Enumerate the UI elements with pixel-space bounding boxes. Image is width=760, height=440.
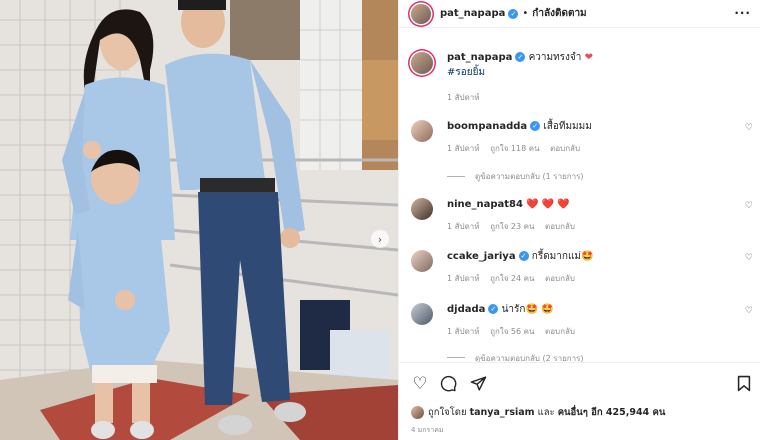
comment-likes[interactable]: ถูกใจ 23 คน [490, 222, 534, 231]
comment-time[interactable]: 1 สัปดาห์ [447, 222, 480, 231]
comment-item: nine_napat84 ❤️ ❤️ ❤️ 1 สัปดาห์ ถูกใจ 23… [411, 198, 755, 233]
like-heart-icon[interactable]: ♡ [411, 375, 429, 393]
comment-bubble-icon[interactable] [439, 375, 457, 393]
caption-text: ความทรงจำ [528, 52, 582, 63]
separator-dot: • [522, 8, 529, 19]
commenter-avatar[interactable] [411, 250, 433, 272]
comment-item: ccake_jariya ✓ กรี้ดมากแม่🤩 1 สัปดาห์ ถูก… [411, 250, 755, 285]
reply-button[interactable]: ตอบกลับ [550, 144, 580, 153]
comment-time[interactable]: 1 สัปดาห์ [447, 144, 480, 153]
view-replies-label: ดูข้อความตอบกลับ (2 รายการ) [475, 354, 584, 362]
comment-meta: 1 สัปดาห์ ถูกใจ 56 คน ตอบกลับ [447, 325, 755, 338]
family-photo-illustration [0, 0, 398, 440]
commenter-avatar[interactable] [411, 120, 433, 142]
heart-emoji: ❤ [584, 52, 593, 63]
comment-like-heart-icon[interactable]: ♡ [745, 306, 753, 316]
liked-by-and: และ [537, 407, 555, 418]
caption-time[interactable]: 1 สัปดาห์ [447, 90, 751, 105]
verified-badge-icon: ✓ [518, 251, 529, 261]
post-actions: ♡ ถูกใจโดย tanya_rsiam และ คนอื่นๆ อีก 4… [399, 362, 760, 440]
reply-button[interactable]: ตอบกลับ [545, 222, 575, 231]
verified-badge-icon: ✓ [508, 8, 519, 19]
reply-button[interactable]: ตอบกลับ [545, 274, 575, 283]
verified-badge-icon: ✓ [530, 121, 541, 131]
liked-by-prefix: ถูกใจโดย [428, 407, 467, 418]
post-date[interactable]: 4 มกราคม [411, 425, 444, 436]
more-options-icon[interactable]: ··· [734, 6, 751, 20]
author-username[interactable]: pat_napapa [440, 8, 505, 19]
liker-avatar[interactable] [411, 406, 424, 419]
commenter-username[interactable]: ccake_jariya [447, 251, 516, 262]
view-replies-link[interactable]: ดูข้อความตอบกลับ (2 รายการ) [447, 352, 584, 362]
comment-likes[interactable]: ถูกใจ 24 คน [490, 274, 534, 283]
commenter-username[interactable]: boompanadda [447, 121, 527, 132]
comment-text: เสื้อทีมมมม [543, 121, 592, 132]
comment-text: ❤️ ❤️ ❤️ [526, 199, 570, 210]
verified-badge-icon: ✓ [488, 304, 499, 314]
save-bookmark-icon[interactable] [735, 375, 753, 393]
replies-dash [447, 357, 465, 358]
comment-item: djdada ✓ น่ารัก🤩 🤩 1 สัปดาห์ ถูกใจ 56 คน … [411, 303, 755, 338]
next-image-arrow-icon[interactable]: › [371, 230, 389, 248]
commenter-username[interactable]: nine_napat84 [447, 199, 523, 210]
post-details-panel: pat_napapa ✓ • กำลังติดตาม ··· pat_napap… [398, 0, 760, 440]
liked-by-user[interactable]: tanya_rsiam [470, 407, 535, 418]
comment-likes[interactable]: ถูกใจ 56 คน [490, 327, 534, 336]
view-replies-link[interactable]: ดูข้อความตอบกลับ (1 รายการ) [447, 170, 584, 183]
reply-button[interactable]: ตอบกลับ [545, 327, 575, 336]
liked-by: ถูกใจโดย tanya_rsiam และ คนอื่นๆ อีก 425… [411, 405, 665, 420]
comment-meta: 1 สัปดาห์ ถูกใจ 118 คน ตอบกลับ [447, 142, 755, 155]
comment-time[interactable]: 1 สัปดาห์ [447, 274, 480, 283]
caption-username[interactable]: pat_napapa [447, 52, 512, 63]
comment-text: น่ารัก🤩 🤩 [501, 304, 554, 315]
comment-item: boompanadda ✓ เสื้อทีมมมม 1 สัปดาห์ ถูกใจ… [411, 120, 755, 155]
post-photo[interactable]: › [0, 0, 398, 440]
comment-likes[interactable]: ถูกใจ 118 คน [490, 144, 539, 153]
comment-meta: 1 สัปดาห์ ถูกใจ 24 คน ตอบกลับ [447, 272, 755, 285]
verified-badge-icon: ✓ [515, 52, 526, 62]
comment-text: กรี้ดมากแม่🤩 [531, 251, 594, 262]
comment-like-heart-icon[interactable]: ♡ [745, 201, 753, 211]
caption-author-avatar[interactable] [411, 52, 433, 74]
share-send-icon[interactable] [469, 375, 487, 393]
author-avatar[interactable] [411, 3, 431, 24]
view-replies-label: ดูข้อความตอบกลับ (1 รายการ) [475, 172, 584, 181]
post-caption: pat_napapa ✓ ความทรงจำ ❤ #รอยยิ้ม 1 สัปดา… [411, 50, 751, 105]
commenter-avatar[interactable] [411, 198, 433, 220]
caption-hashtag[interactable]: #รอยยิ้ม [447, 65, 751, 80]
liked-by-others[interactable]: คนอื่นๆ อีก 425,944 คน [558, 405, 666, 420]
commenter-avatar[interactable] [411, 303, 433, 325]
comment-time[interactable]: 1 สัปดาห์ [447, 327, 480, 336]
replies-dash [447, 176, 465, 177]
comment-like-heart-icon[interactable]: ♡ [745, 253, 753, 263]
comment-like-heart-icon[interactable]: ♡ [745, 123, 753, 133]
post-header: pat_napapa ✓ • กำลังติดตาม ··· [399, 0, 760, 28]
following-button[interactable]: กำลังติดตาม [532, 6, 586, 21]
comment-meta: 1 สัปดาห์ ถูกใจ 23 คน ตอบกลับ [447, 220, 755, 233]
commenter-username[interactable]: djdada [447, 304, 485, 315]
